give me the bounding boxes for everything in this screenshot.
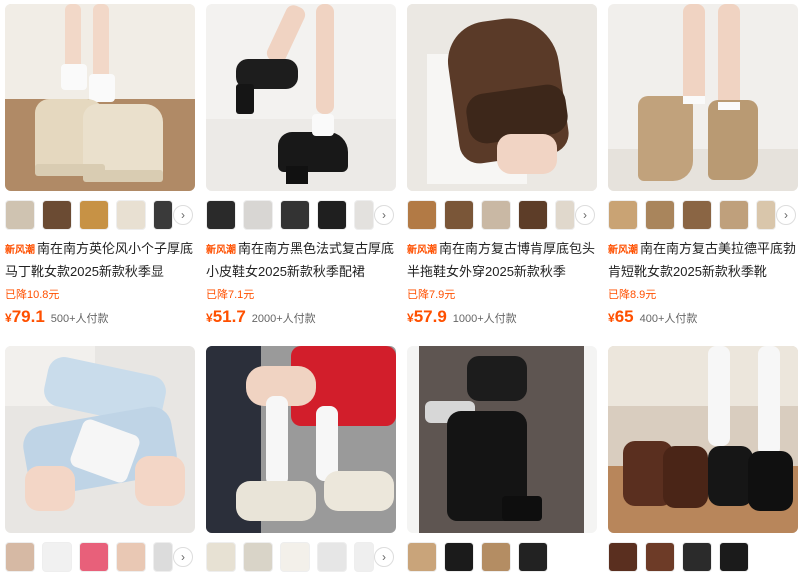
product-image[interactable] — [5, 4, 195, 191]
thumbnail[interactable] — [79, 542, 109, 572]
thumbnail[interactable] — [444, 542, 474, 572]
thumbnail[interactable] — [42, 542, 72, 572]
currency-symbol: ¥ — [5, 311, 12, 325]
thumbnail-strip: › — [407, 200, 597, 230]
new-trend-badge: 新风潮 — [407, 245, 437, 256]
thumbnail[interactable] — [153, 542, 173, 572]
price-row: ¥79.1 500+人付款 — [5, 307, 109, 327]
product-image[interactable] — [608, 4, 798, 191]
price-value: 65 — [614, 307, 634, 326]
chevron-right-icon[interactable]: › — [374, 205, 394, 225]
thumbnail[interactable] — [608, 542, 638, 572]
sold-count: 1000+人付款 — [452, 313, 517, 325]
new-trend-badge: 新风潮 — [608, 245, 638, 256]
new-trend-badge: 新风潮 — [5, 245, 35, 256]
thumbnail-strip: › — [5, 542, 195, 572]
chevron-right-icon[interactable]: › — [575, 205, 595, 225]
thumbnail[interactable] — [682, 200, 712, 230]
currency-symbol: ¥ — [206, 311, 213, 325]
sold-count: 500+人付款 — [50, 313, 109, 325]
thumbnail[interactable] — [354, 542, 374, 572]
product-title[interactable]: 新风潮 南在南方英伦风小个子厚底马丁靴女款2025新款秋季显 — [5, 238, 195, 280]
currency-symbol: ¥ — [407, 311, 414, 325]
thumbnail[interactable] — [645, 200, 675, 230]
thumbnail[interactable] — [645, 542, 675, 572]
thumbnail[interactable] — [608, 200, 638, 230]
price-value: 57.9 — [413, 307, 447, 326]
thumbnail[interactable] — [719, 200, 749, 230]
thumbnail[interactable] — [317, 542, 347, 572]
chevron-right-icon[interactable]: › — [374, 547, 394, 567]
thumbnail[interactable] — [719, 542, 749, 572]
product-image[interactable] — [206, 4, 396, 191]
price-value: 79.1 — [11, 307, 45, 326]
thumbnail[interactable] — [5, 542, 35, 572]
thumbnail[interactable] — [518, 542, 548, 572]
thumbnail[interactable] — [518, 200, 548, 230]
thumbnail[interactable] — [5, 200, 35, 230]
thumbnail[interactable] — [79, 200, 109, 230]
thumbnail-strip — [608, 542, 798, 572]
sold-count: 2000+人付款 — [251, 313, 316, 325]
price-row: ¥65 400+人付款 — [608, 307, 697, 327]
thumbnail[interactable] — [280, 542, 310, 572]
product-image[interactable] — [5, 346, 195, 533]
price-row: ¥57.9 1000+人付款 — [407, 307, 517, 327]
thumbnail[interactable] — [354, 200, 374, 230]
product-image[interactable] — [407, 346, 597, 533]
chevron-right-icon[interactable]: › — [173, 547, 193, 567]
price-drop-label: 已降7.1元 — [206, 289, 255, 301]
thumbnail[interactable] — [116, 200, 146, 230]
product-image[interactable] — [407, 4, 597, 191]
price-drop-label: 已降10.8元 — [5, 289, 60, 301]
product-title[interactable]: 新风潮 南在南方复古美拉德平底勃肯短靴女款2025新款秋季靴 — [608, 238, 798, 280]
thumbnail[interactable] — [407, 542, 437, 572]
chevron-right-icon[interactable]: › — [776, 205, 796, 225]
thumbnail[interactable] — [444, 200, 474, 230]
product-title[interactable]: 新风潮 南在南方复古博肯厚底包头半拖鞋女外穿2025新款秋季 — [407, 238, 597, 280]
thumbnail-strip: › — [206, 542, 396, 572]
thumbnail[interactable] — [153, 200, 173, 230]
thumbnail-strip: › — [206, 200, 396, 230]
thumbnail[interactable] — [555, 200, 575, 230]
new-trend-badge: 新风潮 — [206, 245, 236, 256]
price-value: 51.7 — [212, 307, 246, 326]
product-title[interactable]: 新风潮 南在南方黑色法式复古厚底小皮鞋女2025新款秋季配裙 — [206, 238, 396, 280]
thumbnail-strip: › — [5, 200, 195, 230]
thumbnail[interactable] — [206, 542, 236, 572]
thumbnail[interactable] — [42, 200, 72, 230]
product-image[interactable] — [206, 346, 396, 533]
thumbnail-strip — [407, 542, 597, 572]
thumbnail[interactable] — [756, 200, 776, 230]
product-grid: › 新风潮 南在南方英伦风小个子厚底马丁靴女款2025新款秋季显 已降10.8元 … — [0, 0, 800, 577]
thumbnail-strip: › — [608, 200, 798, 230]
price-drop-label: 已降8.9元 — [608, 289, 657, 301]
thumbnail[interactable] — [481, 200, 511, 230]
thumbnail[interactable] — [116, 542, 146, 572]
chevron-right-icon[interactable]: › — [173, 205, 193, 225]
thumbnail[interactable] — [317, 200, 347, 230]
price-drop-label: 已降7.9元 — [407, 289, 456, 301]
thumbnail[interactable] — [243, 542, 273, 572]
thumbnail[interactable] — [481, 542, 511, 572]
thumbnail[interactable] — [682, 542, 712, 572]
product-image[interactable] — [608, 346, 798, 533]
price-row: ¥51.7 2000+人付款 — [206, 307, 316, 327]
thumbnail[interactable] — [206, 200, 236, 230]
sold-count: 400+人付款 — [639, 313, 698, 325]
thumbnail[interactable] — [280, 200, 310, 230]
currency-symbol: ¥ — [608, 311, 615, 325]
thumbnail[interactable] — [407, 200, 437, 230]
thumbnail[interactable] — [243, 200, 273, 230]
